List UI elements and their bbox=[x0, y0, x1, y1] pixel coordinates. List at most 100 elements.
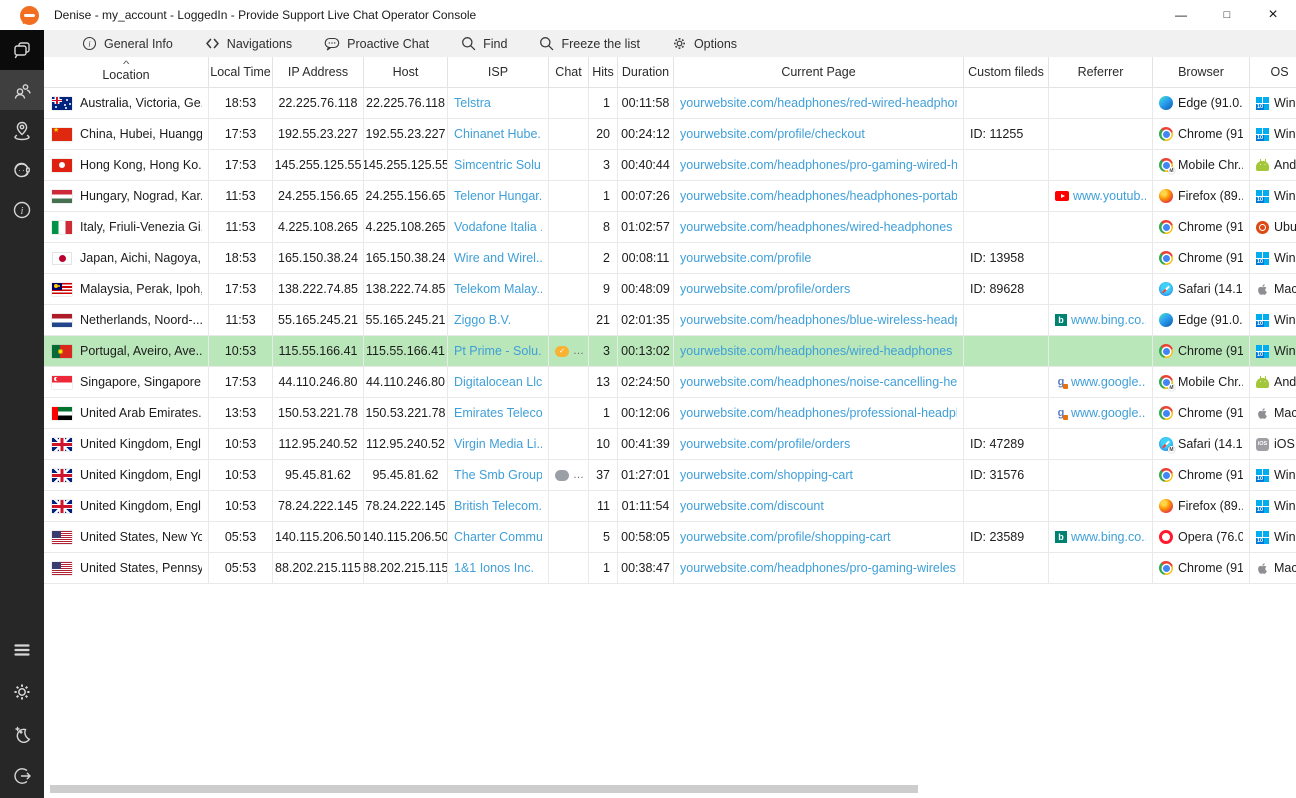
maximize-button[interactable]: □ bbox=[1204, 0, 1250, 30]
hits-cell: 37 bbox=[589, 460, 618, 490]
table-row[interactable]: United Kingdom, Engl...10:5378.24.222.14… bbox=[44, 491, 1296, 522]
isp-link[interactable]: The Smb Group bbox=[454, 468, 542, 482]
general-info-button[interactable]: i General Info bbox=[82, 36, 173, 51]
isp-link[interactable]: Pt Prime - Solu... bbox=[454, 344, 542, 358]
current-page-link[interactable]: yourwebsite.com/headphones/pro-gaming-wi… bbox=[680, 158, 957, 172]
ip-address-cell: 95.45.81.62 bbox=[273, 460, 364, 490]
current-page-link[interactable]: yourwebsite.com/profile/orders bbox=[680, 437, 850, 451]
current-page-link[interactable]: yourwebsite.com/headphones/wired-headpho… bbox=[680, 344, 952, 358]
sidebar-item-logout[interactable] bbox=[0, 756, 44, 796]
isp-link[interactable]: Charter Commu... bbox=[454, 530, 542, 544]
referrer-link[interactable]: www.youtub... bbox=[1073, 189, 1146, 203]
column-header-ip-address[interactable]: IP Address bbox=[273, 57, 364, 87]
google-icon: g bbox=[1055, 407, 1067, 419]
close-button[interactable]: × bbox=[1250, 0, 1296, 30]
column-header-current-page[interactable]: Current Page bbox=[674, 57, 964, 87]
safari-icon bbox=[1159, 282, 1173, 296]
ip-address-cell: 150.53.221.78 bbox=[273, 398, 364, 428]
edge-icon bbox=[1159, 313, 1173, 327]
isp-link[interactable]: Vodafone Italia ... bbox=[454, 220, 542, 234]
column-header-referrer[interactable]: Referrer bbox=[1049, 57, 1153, 87]
duration-cell: 01:11:54 bbox=[618, 491, 674, 521]
table-row[interactable]: Hungary, Nograd, Kar...11:5324.255.156.6… bbox=[44, 181, 1296, 212]
isp-link[interactable]: Telekom Malay... bbox=[454, 282, 542, 296]
isp-link[interactable]: Ziggo B.V. bbox=[454, 313, 511, 327]
table-row[interactable]: China, Hubei, Huangg...17:53192.55.23.22… bbox=[44, 119, 1296, 150]
freeze-list-button[interactable]: Freeze the list bbox=[539, 36, 640, 51]
table-row[interactable]: United Kingdom, Engl...10:53112.95.240.5… bbox=[44, 429, 1296, 460]
current-page-link[interactable]: yourwebsite.com/headphones/blue-wireless… bbox=[680, 313, 957, 327]
table-row[interactable]: United States, New Yo...05:53140.115.206… bbox=[44, 522, 1296, 553]
column-header-duration[interactable]: Duration bbox=[618, 57, 674, 87]
browser-cell: Chrome (91... bbox=[1153, 119, 1250, 149]
current-page-link[interactable]: yourwebsite.com/profile/shopping-cart bbox=[680, 530, 891, 544]
isp-link[interactable]: Telstra bbox=[454, 96, 491, 110]
sidebar-item-operator-support[interactable] bbox=[0, 150, 44, 190]
current-page-link[interactable]: yourwebsite.com/headphones/headphones-po… bbox=[680, 189, 957, 203]
duration-cell: 00:24:12 bbox=[618, 119, 674, 149]
sidebar-item-menu[interactable] bbox=[0, 630, 44, 670]
isp-link[interactable]: Emirates Teleco... bbox=[454, 406, 542, 420]
table-row[interactable]: Malaysia, Perak, Ipoh, ...17:53138.222.7… bbox=[44, 274, 1296, 305]
isp-link[interactable]: Simcentric Solu... bbox=[454, 158, 542, 172]
current-page-link[interactable]: yourwebsite.com/shopping-cart bbox=[680, 468, 853, 482]
column-header-chat[interactable]: Chat bbox=[549, 57, 589, 87]
referrer-link[interactable]: www.bing.co... bbox=[1071, 530, 1146, 544]
chat-cell bbox=[549, 429, 589, 459]
column-header-host[interactable]: Host bbox=[364, 57, 448, 87]
os-cell: Mac bbox=[1250, 274, 1296, 304]
column-header-hits[interactable]: Hits bbox=[589, 57, 618, 87]
current-page-link[interactable]: yourwebsite.com/profile/checkout bbox=[680, 127, 865, 141]
isp-link[interactable]: British Telecom... bbox=[454, 499, 542, 513]
minimize-button[interactable]: — bbox=[1158, 0, 1204, 30]
table-row[interactable]: Italy, Friuli-Venezia Gi...11:534.225.10… bbox=[44, 212, 1296, 243]
navigations-button[interactable]: Navigations bbox=[205, 37, 292, 51]
apple-icon bbox=[1256, 562, 1269, 575]
current-page-link[interactable]: yourwebsite.com/headphones/noise-cancell… bbox=[680, 375, 957, 389]
isp-link[interactable]: Chinanet Hube... bbox=[454, 127, 542, 141]
sidebar-item-info[interactable]: i bbox=[0, 190, 44, 230]
table-row[interactable]: Hong Kong, Hong Ko...17:53145.255.125.55… bbox=[44, 150, 1296, 181]
current-page-link[interactable]: yourwebsite.com/discount bbox=[680, 499, 824, 513]
host-cell: 145.255.125.55 bbox=[364, 150, 448, 180]
proactive-chat-button[interactable]: Proactive Chat bbox=[324, 37, 429, 51]
table-row[interactable]: Netherlands, Noord-...11:5355.165.245.21… bbox=[44, 305, 1296, 336]
table-row[interactable]: Australia, Victoria, Ge...18:5322.225.76… bbox=[44, 88, 1296, 119]
current-page-link[interactable]: yourwebsite.com/profile/orders bbox=[680, 282, 850, 296]
current-page-link[interactable]: yourwebsite.com/headphones/professional-… bbox=[680, 406, 957, 420]
column-header-location[interactable]: ^ Location bbox=[44, 57, 209, 87]
referrer-link[interactable]: www.google... bbox=[1071, 406, 1146, 420]
sidebar-item-visitors[interactable] bbox=[0, 70, 44, 110]
isp-link[interactable]: 1&1 Ionos Inc. bbox=[454, 561, 534, 575]
table-row[interactable]: United Kingdom, Engl...10:5395.45.81.629… bbox=[44, 460, 1296, 491]
table-row[interactable]: Portugal, Aveiro, Ave...10:53115.55.166.… bbox=[44, 336, 1296, 367]
chat-cell: ✓… bbox=[549, 336, 589, 366]
browser-text: Edge (91.0... bbox=[1178, 313, 1243, 327]
table-row[interactable]: United Arab Emirates...13:53150.53.221.7… bbox=[44, 398, 1296, 429]
sidebar-item-night-mode[interactable] bbox=[0, 714, 44, 754]
current-page-link[interactable]: yourwebsite.com/profile bbox=[680, 251, 811, 265]
column-header-isp[interactable]: ISP bbox=[448, 57, 549, 87]
table-row[interactable]: United States, Pennsy...05:5388.202.215.… bbox=[44, 553, 1296, 584]
column-header-os[interactable]: OS bbox=[1250, 57, 1296, 87]
sidebar-item-geo-location[interactable] bbox=[0, 110, 44, 150]
referrer-link[interactable]: www.google... bbox=[1071, 375, 1146, 389]
sidebar-item-chats[interactable] bbox=[0, 30, 44, 70]
table-row[interactable]: Japan, Aichi, Nagoya, ...18:53165.150.38… bbox=[44, 243, 1296, 274]
isp-link[interactable]: Virgin Media Li... bbox=[454, 437, 542, 451]
referrer-link[interactable]: www.bing.co... bbox=[1071, 313, 1146, 327]
current-page-link[interactable]: yourwebsite.com/headphones/wired-headpho… bbox=[680, 220, 952, 234]
isp-link[interactable]: Digitalocean Llc bbox=[454, 375, 542, 389]
current-page-link[interactable]: yourwebsite.com/headphones/pro-gaming-wi… bbox=[680, 561, 957, 575]
options-button[interactable]: Options bbox=[672, 36, 737, 51]
sidebar-item-settings[interactable] bbox=[0, 672, 44, 712]
column-header-browser[interactable]: Browser bbox=[1153, 57, 1250, 87]
column-header-local-time[interactable]: Local Time bbox=[209, 57, 273, 87]
table-row[interactable]: Singapore, Singapore...17:5344.110.246.8… bbox=[44, 367, 1296, 398]
horizontal-scrollbar-thumb[interactable] bbox=[50, 785, 918, 793]
find-button[interactable]: Find bbox=[461, 36, 507, 51]
column-header-custom-fields[interactable]: Custom fileds bbox=[964, 57, 1049, 87]
current-page-link[interactable]: yourwebsite.com/headphones/red-wired-hea… bbox=[680, 96, 957, 110]
isp-link[interactable]: Wire and Wirel... bbox=[454, 251, 542, 265]
isp-link[interactable]: Telenor Hungar... bbox=[454, 189, 542, 203]
